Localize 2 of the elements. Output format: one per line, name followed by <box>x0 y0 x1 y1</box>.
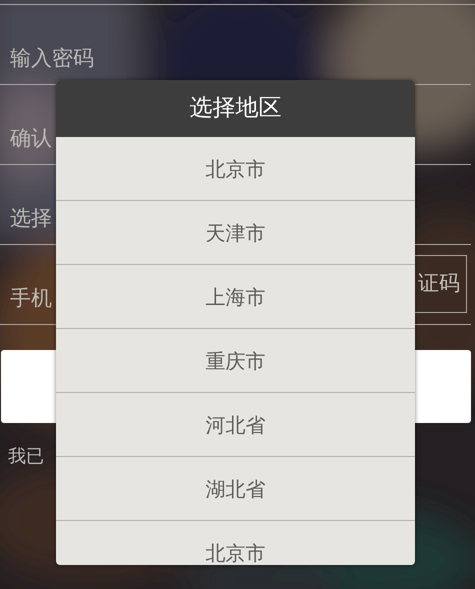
agreement-text: 我已 <box>7 445 44 469</box>
dialog-title: 选择地区 <box>56 80 415 137</box>
